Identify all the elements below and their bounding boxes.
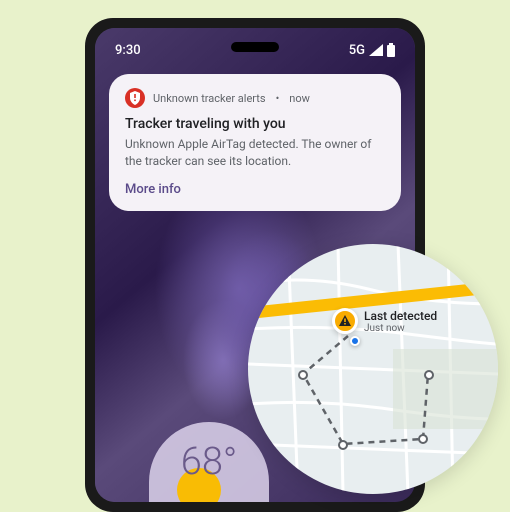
map-detail-circle[interactable]: Last detected Just now: [248, 244, 498, 494]
notification-timestamp: now: [289, 92, 310, 105]
path-waypoint: [338, 440, 348, 450]
marker-label: Last detected Just now: [364, 309, 437, 334]
signal-icon: [369, 44, 383, 56]
notification-app-name: Unknown tracker alerts: [153, 92, 266, 105]
status-right: 5G: [349, 43, 395, 58]
battery-icon: [387, 43, 395, 57]
last-detected-marker[interactable]: Last detected Just now: [332, 308, 437, 334]
more-info-button[interactable]: More info: [125, 182, 385, 197]
shield-alert-icon: [125, 88, 145, 108]
weather-temperature: 68°: [181, 440, 238, 484]
notification-card[interactable]: Unknown tracker alerts • now Tracker tra…: [109, 74, 401, 211]
path-waypoint: [424, 370, 434, 380]
status-time: 9:30: [115, 43, 141, 58]
marker-title: Last detected: [364, 309, 437, 323]
map-roads: [248, 244, 498, 494]
notification-title: Tracker traveling with you: [125, 116, 385, 132]
notification-body: Unknown Apple AirTag detected. The owner…: [125, 136, 385, 170]
separator-dot: •: [276, 92, 280, 105]
current-location-dot: [350, 336, 360, 346]
status-bar: 9:30 5G: [95, 38, 415, 62]
path-waypoint: [298, 370, 308, 380]
warning-icon: [332, 308, 358, 334]
notification-header: Unknown tracker alerts • now: [125, 88, 385, 108]
marker-subtitle: Just now: [364, 323, 437, 334]
path-waypoint: [418, 434, 428, 444]
network-label: 5G: [349, 43, 365, 58]
